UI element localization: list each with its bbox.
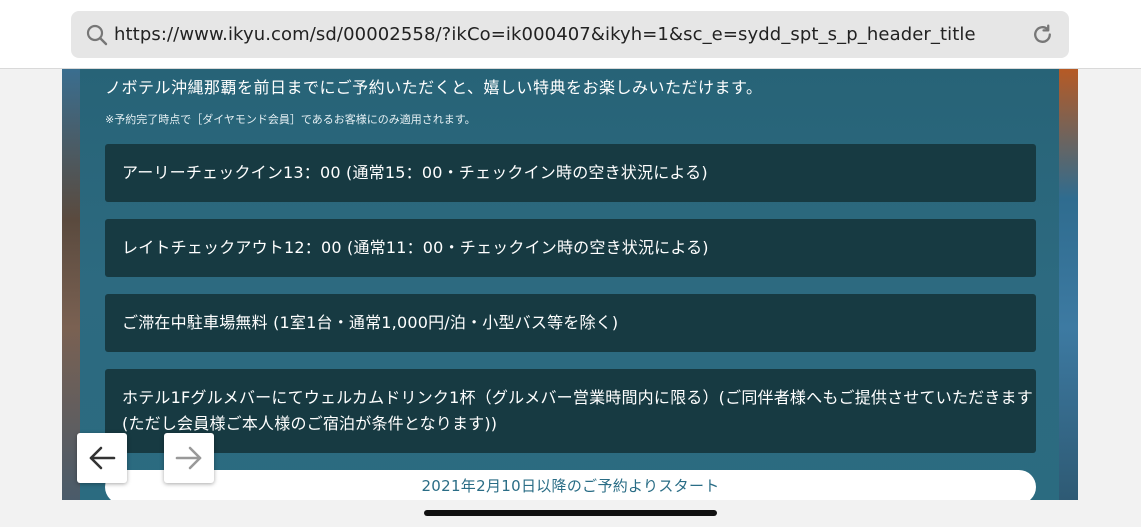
search-icon — [86, 24, 108, 46]
benefits-intro: ノボテル沖縄那覇を前日までにご予約いただくと、嬉しい特典をお楽しみいただけます。 — [105, 78, 763, 97]
benefits-panel: ノボテル沖縄那覇を前日までにご予約いただくと、嬉しい特典をお楽しみいただけます。… — [80, 69, 1059, 500]
benefit-welcome-drink-line2: (ただし会員様ご本人様のご宿泊が条件となります)) — [122, 414, 498, 433]
reload-icon[interactable] — [1030, 22, 1055, 47]
bottom-bar — [0, 500, 1141, 527]
start-date-button[interactable]: 2021年2月10日以降のご予約よりスタート — [105, 470, 1036, 500]
benefit-welcome-drink: ホテル1Fグルメバーにてウェルカムドリンク1杯（グルメバー営業時間内に限る）(ご… — [105, 369, 1036, 453]
benefits-note: ※予約完了時点で［ダイヤモンド会員］であるお客様にのみ適用されます。 — [105, 113, 476, 126]
benefit-free-parking: ご滞在中駐車場無料 (1室1台・通常1,000円/泊・小型バス等を除く) — [105, 294, 1036, 352]
address-bar[interactable]: https://www.ikyu.com/sd/00002558/?ikCo=i… — [71, 11, 1069, 58]
forward-button[interactable] — [164, 433, 214, 483]
home-indicator[interactable] — [424, 510, 717, 516]
background-photo-right — [1058, 69, 1078, 500]
benefit-welcome-drink-line1: ホテル1Fグルメバーにてウェルカムドリンク1杯（グルメバー営業時間内に限る）(ご… — [122, 388, 1033, 407]
url-text[interactable]: https://www.ikyu.com/sd/00002558/?ikCo=i… — [114, 24, 976, 45]
browser-toolbar: https://www.ikyu.com/sd/00002558/?ikCo=i… — [0, 0, 1141, 69]
arrow-right-icon — [175, 446, 202, 470]
benefit-early-checkin: アーリーチェックイン13：00 (通常15：00・チェックイン時の空き状況による… — [105, 144, 1036, 202]
back-button[interactable] — [77, 433, 127, 483]
benefit-late-checkout: レイトチェックアウト12：00 (通常11：00・チェックイン時の空き状況による… — [105, 219, 1036, 277]
arrow-left-icon — [89, 446, 116, 470]
